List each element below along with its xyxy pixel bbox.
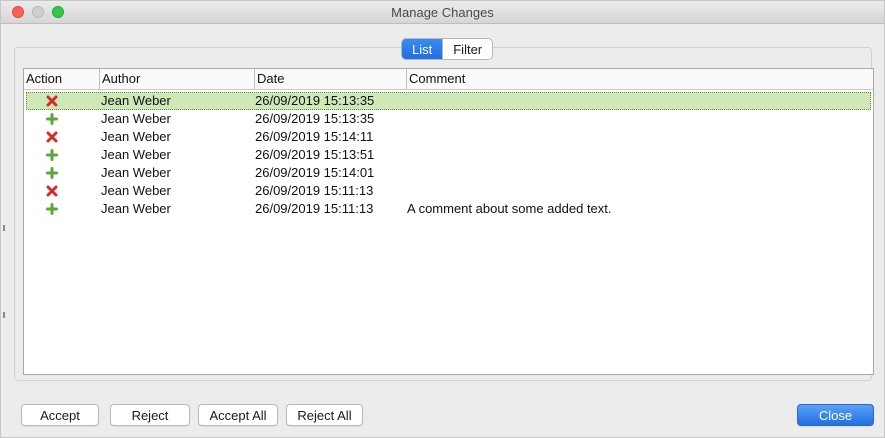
cell-author: Jean Weber <box>101 201 171 216</box>
cell-date: 26/09/2019 15:11:13 <box>255 183 374 198</box>
delete-icon <box>46 185 58 197</box>
cell-comment: A comment about some added text. <box>407 201 612 216</box>
tab-filter[interactable]: Filter <box>442 39 492 59</box>
close-button[interactable]: Close <box>797 404 874 426</box>
cell-date: 26/09/2019 15:14:01 <box>255 165 375 180</box>
column-header-action[interactable]: Action <box>24 69 99 89</box>
table-row[interactable]: Jean Weber 26/09/2019 15:11:13 A comment a… <box>26 200 871 218</box>
cell-date: 26/09/2019 15:13:35 <box>255 93 375 108</box>
accept-button[interactable]: Accept <box>21 404 99 426</box>
manage-changes-dialog: Manage Changes List Filter Action Author… <box>0 0 885 438</box>
cell-author: Jean Weber <box>101 129 171 144</box>
column-header-author[interactable]: Author <box>99 69 254 89</box>
table-row[interactable]: Jean Weber 26/09/2019 15:11:13 <box>26 182 871 200</box>
table-row[interactable]: Jean Weber 26/09/2019 15:14:01 <box>26 164 871 182</box>
reject-button[interactable]: Reject <box>110 404 190 426</box>
accept-all-button[interactable]: Accept All <box>198 404 278 426</box>
reject-all-button[interactable]: Reject All <box>286 404 363 426</box>
table-row[interactable]: Jean Weber 26/09/2019 15:14:11 <box>26 128 871 146</box>
window-edge-mark <box>3 312 5 318</box>
cell-date: 26/09/2019 15:11:13 <box>255 201 374 216</box>
cell-author: Jean Weber <box>101 183 171 198</box>
cell-author: Jean Weber <box>101 93 171 108</box>
add-icon <box>46 167 58 179</box>
column-header-date[interactable]: Date <box>254 69 406 89</box>
window-edge-mark <box>3 225 5 231</box>
view-tabs: List Filter <box>401 38 494 60</box>
cell-author: Jean Weber <box>101 147 171 162</box>
cell-author: Jean Weber <box>101 111 171 126</box>
tab-list[interactable]: List <box>402 39 443 59</box>
delete-icon <box>46 131 58 143</box>
cell-date: 26/09/2019 15:14:11 <box>255 129 374 144</box>
table-header: Action Author Date Comment <box>24 69 873 90</box>
table-row[interactable]: Jean Weber 26/09/2019 15:13:51 <box>26 146 871 164</box>
table-row[interactable]: Jean Weber 26/09/2019 15:13:35 <box>26 110 871 128</box>
delete-icon <box>46 95 58 107</box>
column-header-comment[interactable]: Comment <box>406 69 873 89</box>
window-title: Manage Changes <box>391 5 494 20</box>
add-icon <box>46 203 58 215</box>
cell-author: Jean Weber <box>101 165 171 180</box>
title-bar: Manage Changes <box>1 1 884 24</box>
add-icon <box>46 113 58 125</box>
cell-date: 26/09/2019 15:13:51 <box>255 147 375 162</box>
changes-table: Action Author Date Comment Jean Weber 26/… <box>23 68 874 375</box>
table-row[interactable]: Jean Weber 26/09/2019 15:13:35 <box>26 92 871 110</box>
cell-date: 26/09/2019 15:13:35 <box>255 111 375 126</box>
add-icon <box>46 149 58 161</box>
